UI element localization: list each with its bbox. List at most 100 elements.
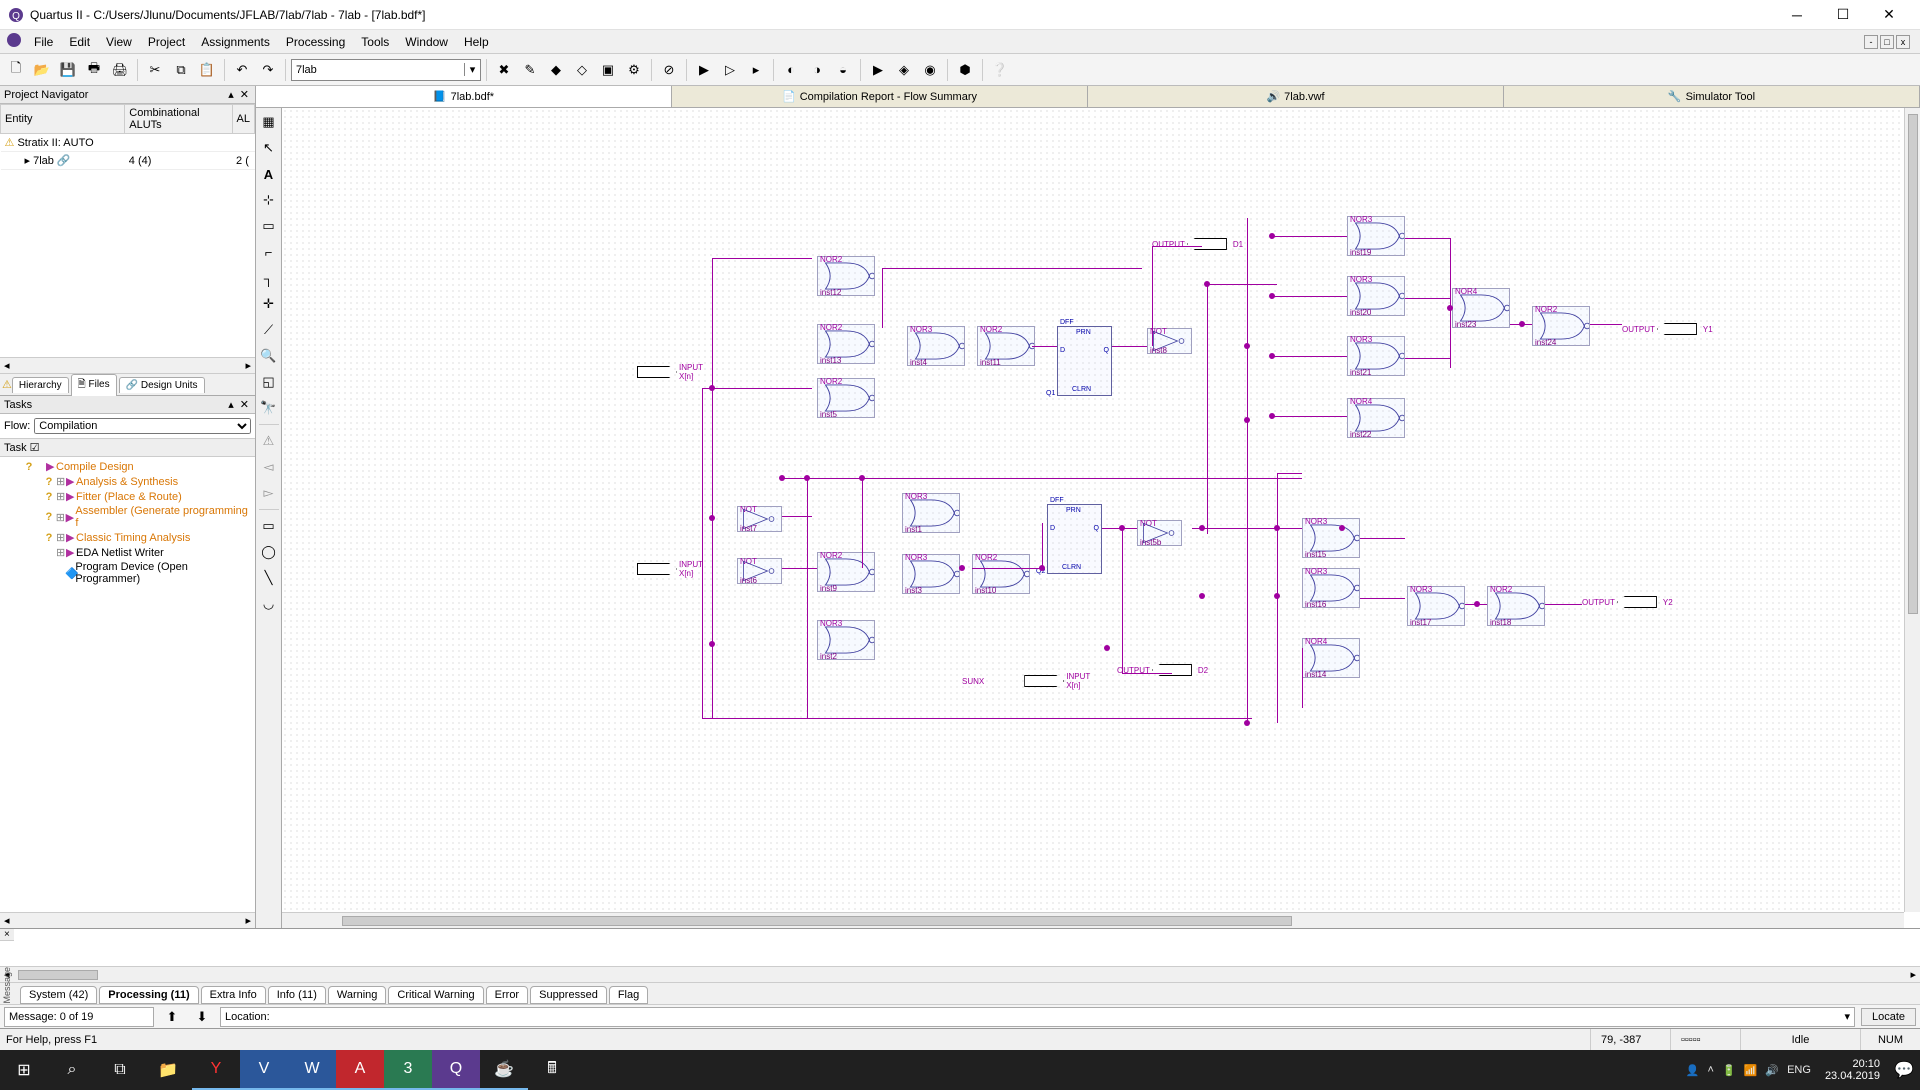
- tab-hierarchy[interactable]: Hierarchy: [12, 377, 69, 393]
- gate-nor3[interactable]: NOR3inst15: [1302, 518, 1360, 558]
- task-item[interactable]: ?▶Compile Design: [2, 459, 253, 474]
- gate-not[interactable]: NOTinst8: [1147, 328, 1192, 354]
- menu-project[interactable]: Project: [140, 33, 193, 51]
- pane-up-icon[interactable]: ▴: [226, 88, 236, 101]
- output-pin[interactable]: OUTPUTY2: [1582, 596, 1673, 608]
- msg-scroll-right[interactable]: ▸: [1906, 968, 1920, 981]
- wire[interactable]: [1152, 246, 1202, 247]
- menu-processing[interactable]: Processing: [278, 33, 353, 51]
- close-button[interactable]: ✕: [1866, 0, 1912, 30]
- people-icon[interactable]: 👤: [1686, 1064, 1700, 1077]
- location-field[interactable]: Location:▾: [220, 1007, 1855, 1027]
- wire-node[interactable]: [859, 475, 865, 481]
- java-icon[interactable]: ☕: [480, 1050, 528, 1090]
- gate-nor3[interactable]: NOR3inst21: [1347, 336, 1405, 376]
- input-pin[interactable]: SUNXINPUTX[n]: [962, 672, 1090, 690]
- gate-nor3[interactable]: NOR3inst20: [1347, 276, 1405, 316]
- tool-find-icon[interactable]: 🔍: [259, 346, 279, 366]
- netlist2-icon[interactable]: ◉: [918, 58, 942, 82]
- tool-shape-arc-icon[interactable]: ◡: [259, 594, 279, 614]
- message-tab[interactable]: Warning: [328, 986, 387, 1004]
- visio-icon[interactable]: V: [240, 1050, 288, 1090]
- chip-icon[interactable]: ▣: [596, 58, 620, 82]
- redo-icon[interactable]: ↷: [256, 58, 280, 82]
- wire[interactable]: [1122, 673, 1172, 674]
- search-icon[interactable]: ⌕: [48, 1050, 96, 1090]
- task-tree[interactable]: ?▶Compile Design?⊞▶Analysis & Synthesis?…: [0, 457, 255, 912]
- wire-node[interactable]: [1447, 305, 1453, 311]
- wire[interactable]: [862, 478, 863, 568]
- message-tab[interactable]: System (42): [20, 986, 97, 1004]
- editor-tab[interactable]: 🔧Simulator Tool: [1504, 86, 1920, 107]
- task-item[interactable]: ?⊞▶Assembler (Generate programming f: [2, 504, 253, 530]
- input-pin[interactable]: INPUTX[n]: [637, 560, 703, 578]
- mdi-close[interactable]: x: [1896, 35, 1910, 49]
- message-tab[interactable]: Critical Warning: [388, 986, 483, 1004]
- gate-nor4[interactable]: NOR4inst22: [1347, 398, 1405, 438]
- col-aluts[interactable]: Combinational ALUTs: [125, 105, 232, 134]
- wire-node[interactable]: [1474, 601, 1480, 607]
- tool-rect-icon[interactable]: ▭: [259, 216, 279, 236]
- wire-node[interactable]: [779, 475, 785, 481]
- wire-node[interactable]: [1119, 525, 1125, 531]
- tool-shape-rect-icon[interactable]: ▭: [259, 516, 279, 536]
- tool-fullscreen-icon[interactable]: ◱: [259, 372, 279, 392]
- gate-nor2[interactable]: NOR2inst11: [977, 326, 1035, 366]
- message-tab[interactable]: Processing (11): [99, 986, 198, 1004]
- open-icon[interactable]: 📂: [30, 58, 54, 82]
- paste-icon[interactable]: 📋: [195, 58, 219, 82]
- wire[interactable]: [1360, 598, 1405, 599]
- wire[interactable]: [1450, 238, 1451, 368]
- gate-not[interactable]: NOTinst6: [737, 558, 782, 584]
- wire-node[interactable]: [1204, 281, 1210, 287]
- wire[interactable]: [712, 258, 713, 718]
- gate-nor4[interactable]: NOR4inst14: [1302, 638, 1360, 678]
- tool-shape-line-icon[interactable]: ╲: [259, 568, 279, 588]
- wire[interactable]: [1207, 284, 1208, 534]
- tool-binoculars-icon[interactable]: 🔭: [259, 398, 279, 418]
- messages-close-icon[interactable]: ×: [0, 929, 14, 941]
- wire[interactable]: [1545, 604, 1582, 605]
- wire[interactable]: [1272, 356, 1347, 357]
- notifications-icon[interactable]: 💬: [1894, 1050, 1914, 1090]
- copy-icon[interactable]: ⧉: [169, 58, 193, 82]
- task-item[interactable]: ⊞▶EDA Netlist Writer: [2, 545, 253, 560]
- play-icon[interactable]: ▶: [692, 58, 716, 82]
- messages-list[interactable]: [0, 941, 1920, 966]
- dff-block[interactable]: DFF PRN Q D CLRN Q2: [1047, 504, 1102, 574]
- wire[interactable]: [702, 718, 1252, 719]
- tool-shape-oval-icon[interactable]: ◯: [259, 542, 279, 562]
- gate-nor2[interactable]: NOR2inst12: [817, 256, 875, 296]
- mdi-minimize[interactable]: -: [1864, 35, 1878, 49]
- project-entity-grid[interactable]: Entity Combinational ALUTs AL ⚠ Stratix …: [0, 104, 255, 357]
- word-icon[interactable]: W: [288, 1050, 336, 1090]
- explorer-icon[interactable]: 📁: [144, 1050, 192, 1090]
- gate-nor2[interactable]: NOR2inst5: [817, 378, 875, 418]
- pane-close-icon[interactable]: ✕: [238, 88, 251, 101]
- schematic-canvas[interactable]: NOR2inst12NOR2inst13NOR2inst5NOR3inst4NO…: [282, 108, 1904, 912]
- start-button[interactable]: ⊞: [0, 1050, 48, 1090]
- tool-bus-icon[interactable]: ┐: [259, 268, 279, 288]
- project-combo[interactable]: 7lab ▾: [291, 59, 481, 81]
- col-entity[interactable]: Entity: [1, 105, 125, 134]
- task-scroll-left[interactable]: ◂: [0, 914, 14, 927]
- timing2-icon[interactable]: ◑: [805, 58, 829, 82]
- menu-help[interactable]: Help: [456, 33, 497, 51]
- gate-nor2[interactable]: NOR2inst9: [817, 552, 875, 592]
- task-item[interactable]: 🔷Program Device (Open Programmer): [2, 560, 253, 586]
- gate-nor3[interactable]: NOR3inst19: [1347, 216, 1405, 256]
- gate-nor4[interactable]: NOR4inst23: [1452, 288, 1510, 328]
- print-icon[interactable]: 🖨: [108, 58, 132, 82]
- check-icon[interactable]: ◇: [570, 58, 594, 82]
- wire-node[interactable]: [1269, 233, 1275, 239]
- gate-nor2[interactable]: NOR2inst10: [972, 554, 1030, 594]
- help-icon[interactable]: ❔: [988, 58, 1012, 82]
- wire[interactable]: [1192, 528, 1302, 529]
- tab-design-units[interactable]: 🔗 Design Units: [119, 377, 205, 393]
- gate-nor2[interactable]: NOR2inst24: [1532, 306, 1590, 346]
- entity-row[interactable]: ▸ 7lab 🔗 4 (4) 2 (: [1, 152, 255, 170]
- wire-node[interactable]: [1339, 525, 1345, 531]
- tool-symbol-icon[interactable]: ⊹: [259, 190, 279, 210]
- wifi-icon[interactable]: 📶: [1744, 1064, 1758, 1077]
- wire[interactable]: [1122, 528, 1123, 673]
